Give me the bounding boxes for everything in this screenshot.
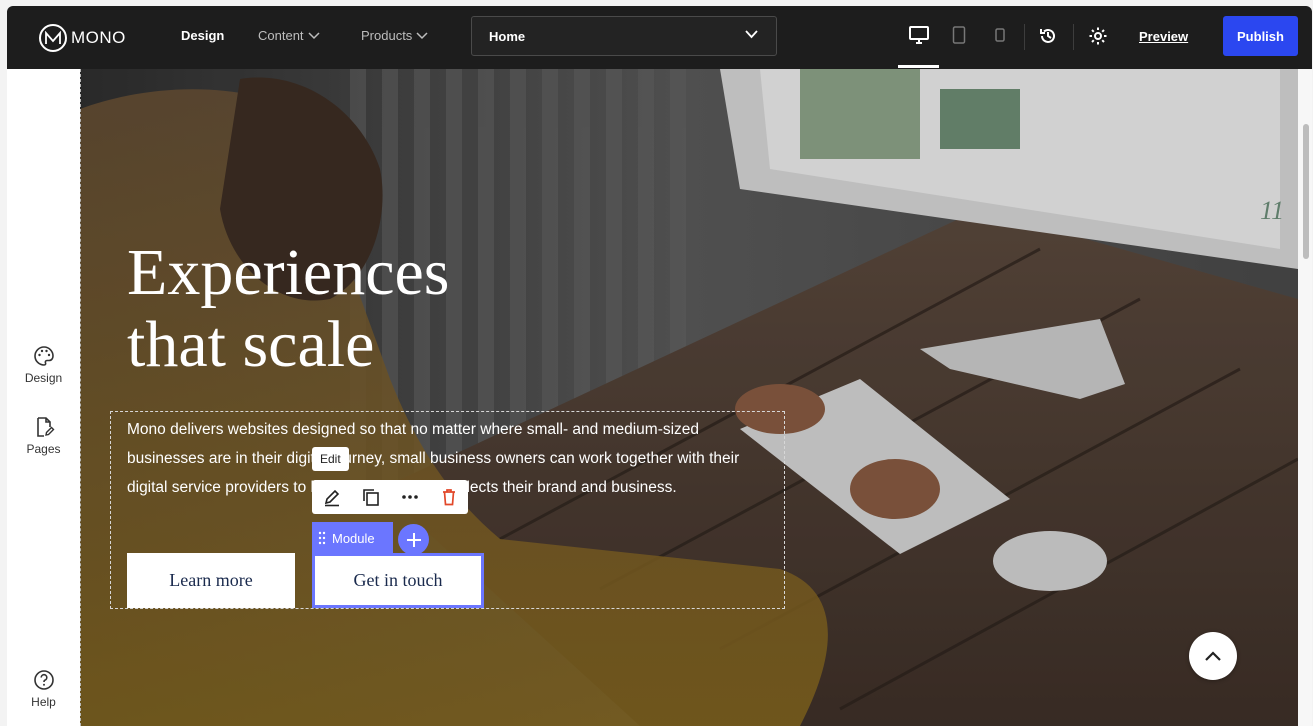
mobile-view-icon[interactable] — [995, 25, 1005, 45]
canvas-scrollbar[interactable] — [1298, 69, 1312, 726]
sidebar-item-pages[interactable]: Pages — [7, 416, 80, 456]
app-window: MONO Design Content Products Home Previe… — [7, 6, 1312, 726]
top-bar: MONO Design Content Products Home Previe… — [7, 6, 1312, 69]
module-tag-label: Module — [332, 530, 375, 546]
logo[interactable]: MONO — [39, 23, 126, 53]
element-toolbar — [312, 480, 468, 514]
publish-button[interactable]: Publish — [1223, 16, 1298, 56]
page-select-value: Home — [489, 29, 526, 44]
trash-icon[interactable] — [439, 487, 459, 507]
hero-title[interactable]: Experiences that scale — [127, 237, 450, 381]
learn-more-button[interactable]: Learn more — [127, 553, 295, 608]
nav-content[interactable]: Content — [258, 28, 320, 43]
mono-logo-icon — [39, 24, 67, 52]
history-icon[interactable] — [1038, 26, 1058, 46]
nav-design-label: Design — [181, 28, 225, 43]
plus-icon — [406, 532, 421, 547]
divider — [1073, 24, 1074, 50]
edit-tooltip: Edit — [312, 447, 349, 471]
palette-icon — [33, 346, 54, 366]
add-module-button[interactable] — [398, 524, 429, 555]
chevron-down-icon — [416, 31, 428, 39]
brand-name: MONO — [71, 28, 126, 47]
sidebar-item-help[interactable]: Help — [7, 669, 80, 709]
sidebar-item-label: Help — [31, 695, 56, 709]
left-sidebar: Design Pages Help — [7, 69, 80, 726]
hero-title-line2: that scale — [127, 308, 375, 381]
help-icon — [33, 670, 54, 690]
chevron-down-icon — [745, 30, 758, 39]
more-options-icon[interactable] — [400, 487, 420, 507]
sidebar-item-label: Pages — [26, 442, 61, 456]
divider — [1024, 24, 1025, 50]
get-in-touch-button[interactable]: Get in touch — [312, 553, 484, 608]
nav-design[interactable]: Design — [181, 28, 224, 43]
desktop-view-icon[interactable] — [908, 25, 930, 45]
duplicate-icon[interactable] — [361, 487, 381, 507]
chevron-up-icon — [1205, 651, 1221, 661]
page-select[interactable]: Home — [471, 16, 777, 56]
chevron-down-icon — [308, 31, 320, 39]
scroll-to-top-button[interactable] — [1189, 632, 1237, 680]
pencil-icon[interactable] — [322, 487, 342, 507]
nav-content-label: Content — [258, 28, 304, 43]
nav-products-label: Products — [361, 28, 413, 43]
hero-background-image: 11 — [80, 69, 1298, 726]
scrollbar-thumb[interactable] — [1303, 124, 1309, 259]
active-device-indicator — [898, 65, 939, 68]
drag-handle-icon[interactable] — [318, 531, 326, 545]
hero-section[interactable]: 11 Experiences that scale Mono delivers … — [80, 69, 1298, 726]
gear-icon[interactable] — [1088, 26, 1108, 46]
nav-products[interactable]: Products — [361, 28, 428, 43]
preview-link[interactable]: Preview — [1139, 29, 1188, 44]
hero-title-line1: Experiences — [127, 236, 450, 309]
sidebar-item-label: Design — [24, 371, 63, 385]
sidebar-item-design[interactable]: Design — [7, 345, 80, 385]
tablet-view-icon[interactable] — [952, 25, 966, 45]
page-edit-icon — [36, 417, 54, 437]
module-tag[interactable]: Module — [312, 522, 393, 554]
